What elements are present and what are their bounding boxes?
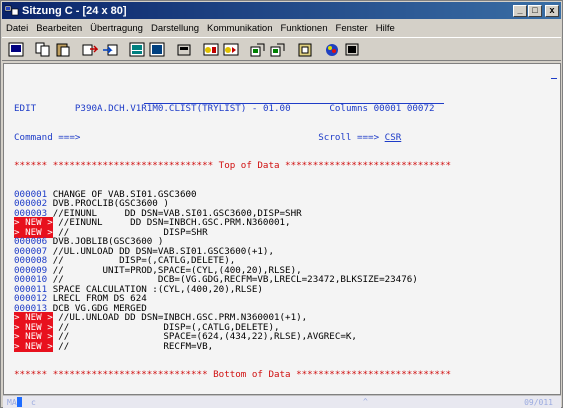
menu-hilfe[interactable]: Hilfe [372,23,399,34]
edit-mode: EDIT [14,103,37,114]
command-input[interactable] [80,132,318,143]
menu-fenster[interactable]: Fenster [332,23,372,34]
paste-icon[interactable] [53,41,72,58]
menu-funktionen[interactable]: Funktionen [277,23,332,34]
command-line: Command ===> Scroll ===> CSR [14,131,560,143]
menu-darstellung[interactable]: Darstellung [147,23,203,34]
command-label: Command ===> [14,131,81,143]
status-session: c [31,398,36,407]
clipboard-icon[interactable] [295,41,314,58]
top-of-data: ****** ***************************** Top… [14,160,451,171]
scroll-value[interactable]: CSR [385,132,402,143]
status-arrow: ^ [363,397,368,406]
send-file-icon[interactable] [80,41,99,58]
edit-dataset: P390A.DCH.V1R1M0.CLIST(TRYLIST) - 01.00 [74,103,291,114]
screen-marker [551,78,557,79]
terminal-screen[interactable]: EDIT P390A.DCH.V1R1M0.CLIST(TRYLIST) - 0… [3,63,561,395]
app-icon[interactable] [4,5,19,17]
status-cursor [17,397,22,407]
minimize-button[interactable]: _ [513,4,527,17]
terminal-window: Sitzung C - [24 x 80] _ □ x Datei Bearbe… [0,0,563,408]
cursor-position: 09/011 [524,398,553,407]
scroll-label: Scroll ===> [318,131,380,143]
menu-uebertragung[interactable]: Übertragung [86,23,147,34]
status-left: MA [7,398,17,407]
close-button[interactable]: x [545,4,559,17]
editor-lines: 000001 CHANGE OF VAB.SI01.GSC3600 000002 … [14,189,560,352]
receive-file-icon[interactable] [100,41,119,58]
customize-icon[interactable] [248,41,267,58]
line-text[interactable]: // RECFM=VB, [53,341,213,352]
menu-bar: Datei Bearbeiten Übertragung Darstellung… [2,20,561,36]
columns-to: 00072 [406,103,435,114]
customize-alt-icon[interactable] [268,41,287,58]
command-underline [144,103,444,104]
display-icon[interactable] [127,41,146,58]
menu-datei[interactable]: Datei [2,23,32,34]
ispf-editor: EDIT P390A.DCH.V1R1M0.CLIST(TRYLIST) - 0… [14,85,560,394]
menu-bearbeiten[interactable]: Bearbeiten [32,23,86,34]
copy-icon[interactable] [33,41,52,58]
toolbar [2,37,561,61]
title-bar[interactable]: Sitzung C - [24 x 80] _ □ x [2,2,561,19]
columns-from: 00001 [373,103,402,114]
record-icon[interactable] [201,41,220,58]
editor-header: EDIT P390A.DCH.V1R1M0.CLIST(TRYLIST) - 0… [14,103,560,114]
menu-kommunikation[interactable]: Kommunikation [203,23,276,34]
print-screen-icon[interactable] [6,41,25,58]
color-icon[interactable] [322,41,341,58]
editor-line[interactable]: > NEW > // RECFM=VB, [14,340,560,352]
keypad-icon[interactable] [342,41,361,58]
macro-icon[interactable] [174,41,193,58]
maximize-button[interactable]: □ [528,4,542,17]
window-title: Sitzung C - [24 x 80] [22,4,127,17]
play-icon[interactable] [221,41,240,58]
bottom-of-data: ****** **************************** Bott… [14,369,451,380]
columns-label: Columns [329,103,369,114]
status-bar: MA c ^ 09/011 [3,395,561,408]
display-alt-icon[interactable] [147,41,166,58]
line-number[interactable]: > NEW > [14,340,53,352]
